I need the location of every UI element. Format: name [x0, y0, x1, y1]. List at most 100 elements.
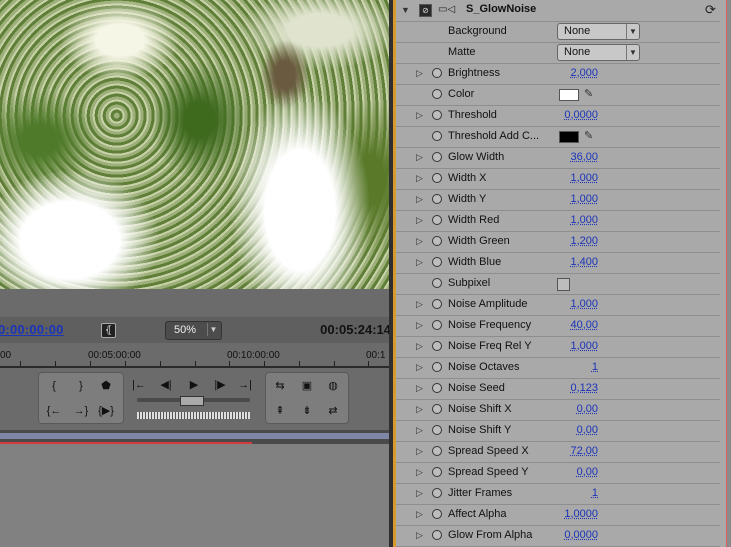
expand-triangle-icon[interactable]: ▷	[416, 320, 423, 331]
stopwatch-icon[interactable]	[432, 425, 442, 435]
stopwatch-icon[interactable]	[432, 446, 442, 456]
clip-bar[interactable]	[0, 433, 389, 439]
stopwatch-icon[interactable]	[432, 236, 442, 246]
param-row[interactable]: ▷ Affect Alpha 1,0000	[396, 504, 720, 526]
effect-header[interactable]: ▼ ⊘ ▭◁ S_GlowNoise ⟳	[396, 0, 720, 22]
param-row[interactable]: ▷ Spread Speed Y 0,00	[396, 462, 720, 484]
param-value[interactable]: 1,0000	[552, 508, 598, 520]
stopwatch-icon[interactable]	[432, 110, 442, 120]
play-in-out-icon[interactable]: {▶}	[97, 403, 115, 419]
expand-triangle-icon[interactable]: ▷	[416, 383, 423, 394]
param-value[interactable]: 1,000	[552, 172, 598, 184]
param-row[interactable]: ▷ Spread Speed X 72,00	[396, 441, 720, 463]
stopwatch-icon[interactable]	[432, 173, 442, 183]
param-row[interactable]: Color ✎	[396, 84, 720, 106]
param-dropdown[interactable]: None ▼	[557, 23, 640, 40]
lift-icon[interactable]: ⇞	[271, 403, 289, 419]
expand-triangle-icon[interactable]: ▷	[416, 110, 423, 121]
output-settings-icon[interactable]: ◍	[324, 378, 342, 394]
eyedropper-icon[interactable]: ✎	[584, 87, 593, 100]
expand-triangle-icon[interactable]: ▷	[416, 530, 423, 541]
stopwatch-icon[interactable]	[432, 530, 442, 540]
play-icon[interactable]: ▶	[185, 377, 203, 393]
param-value[interactable]: 0,00	[552, 403, 598, 415]
safe-margins-icon[interactable]: ▣	[298, 378, 316, 394]
zoom-select[interactable]: 50% ▼	[165, 321, 222, 340]
expand-triangle-icon[interactable]: ▷	[416, 509, 423, 520]
param-value[interactable]: 1	[552, 361, 598, 373]
expand-triangle-icon[interactable]: ▷	[416, 488, 423, 499]
param-row[interactable]: ▷ Noise Seed 0,123	[396, 378, 720, 400]
expand-triangle-icon[interactable]: ▷	[416, 299, 423, 310]
param-row[interactable]: ▷ Noise Freq Rel Y 1,000	[396, 336, 720, 358]
expand-triangle-icon[interactable]: ▷	[416, 236, 423, 247]
param-value[interactable]: 0,00	[552, 424, 598, 436]
param-value[interactable]: 0,0000	[552, 529, 598, 541]
go-to-next-edit-icon[interactable]: →|	[236, 377, 254, 393]
stopwatch-icon[interactable]	[432, 509, 442, 519]
go-to-previous-edit-icon[interactable]: |←	[130, 377, 148, 393]
param-value[interactable]: 1	[552, 487, 598, 499]
param-row[interactable]: ▷ Width Red 1,000	[396, 210, 720, 232]
param-value[interactable]: 40,00	[552, 319, 598, 331]
stopwatch-icon[interactable]	[432, 320, 442, 330]
expand-triangle-icon[interactable]: ▷	[416, 425, 423, 436]
expand-triangle-icon[interactable]: ▷	[416, 362, 423, 373]
mark-in-icon[interactable]: {	[45, 378, 63, 394]
param-dropdown[interactable]: None ▼	[557, 44, 640, 61]
stopwatch-icon[interactable]	[432, 467, 442, 477]
go-to-in-icon[interactable]: {←	[45, 403, 63, 419]
param-row[interactable]: ▷ Noise Frequency 40,00	[396, 315, 720, 337]
param-row[interactable]: ▷ Glow Width 36,00	[396, 147, 720, 169]
param-value[interactable]: 0,00	[552, 466, 598, 478]
expand-triangle-icon[interactable]: ▷	[416, 257, 423, 268]
expand-triangle-icon[interactable]: ▷	[416, 194, 423, 205]
param-row[interactable]: ▷ Noise Shift Y 0,00	[396, 420, 720, 442]
param-value[interactable]: 0,0000	[552, 109, 598, 121]
param-row[interactable]: ▷ Width Blue 1,400	[396, 252, 720, 274]
trim-icon[interactable]: ⇄	[324, 403, 342, 419]
loop-icon[interactable]: ⇆	[271, 378, 289, 394]
jog-handle[interactable]	[180, 396, 204, 406]
extract-icon[interactable]: ⇟	[298, 403, 316, 419]
stopwatch-icon[interactable]	[432, 488, 442, 498]
param-row[interactable]: Matte None ▼	[396, 42, 720, 64]
expand-triangle-icon[interactable]: ▷	[416, 152, 423, 163]
param-row[interactable]: ▷ Noise Shift X 0,00	[396, 399, 720, 421]
stopwatch-icon[interactable]	[432, 257, 442, 267]
param-value[interactable]: 1,400	[552, 256, 598, 268]
param-row[interactable]: ▷ Width Green 1,200	[396, 231, 720, 253]
param-row[interactable]: ▷ Jitter Frames 1	[396, 483, 720, 505]
stopwatch-icon[interactable]	[432, 383, 442, 393]
stopwatch-icon[interactable]	[432, 194, 442, 204]
stopwatch-icon[interactable]	[432, 68, 442, 78]
eyedropper-icon[interactable]: ✎	[584, 129, 593, 142]
stopwatch-icon[interactable]	[432, 278, 442, 288]
stopwatch-icon[interactable]	[432, 215, 442, 225]
param-value[interactable]: 2,000	[552, 67, 598, 79]
stopwatch-icon[interactable]	[432, 152, 442, 162]
stopwatch-icon[interactable]	[432, 362, 442, 372]
param-row[interactable]: ▷ Width X 1,000	[396, 168, 720, 190]
expand-triangle-icon[interactable]: ▷	[416, 68, 423, 79]
collapse-triangle-icon[interactable]: ▼	[401, 5, 410, 15]
expand-triangle-icon[interactable]: ▷	[416, 467, 423, 478]
color-swatch[interactable]	[559, 89, 579, 101]
param-row[interactable]: Background None ▼	[396, 21, 720, 43]
current-timecode[interactable]: 0:00:00:00	[0, 322, 64, 337]
param-row[interactable]: ▷ Threshold 0,0000	[396, 105, 720, 127]
param-value[interactable]: 1,000	[552, 340, 598, 352]
param-row[interactable]: Threshold Add C... ✎	[396, 126, 720, 148]
param-row[interactable]: ▷ Brightness 2,000	[396, 63, 720, 85]
fx-toggle-icon[interactable]: ⊘	[419, 4, 432, 17]
param-value[interactable]: 1,000	[552, 193, 598, 205]
expand-triangle-icon[interactable]: ▷	[416, 215, 423, 226]
expand-triangle-icon[interactable]: ▷	[416, 173, 423, 184]
stopwatch-icon[interactable]	[432, 404, 442, 414]
step-back-icon[interactable]: ◀|	[157, 377, 175, 393]
expand-triangle-icon[interactable]: ▷	[416, 404, 423, 415]
stopwatch-icon[interactable]	[432, 341, 442, 351]
reset-icon[interactable]: ⟳	[705, 2, 716, 18]
param-row[interactable]: ▷ Glow From Alpha 0,0000	[396, 525, 720, 547]
mark-out-icon[interactable]: }	[72, 378, 90, 394]
